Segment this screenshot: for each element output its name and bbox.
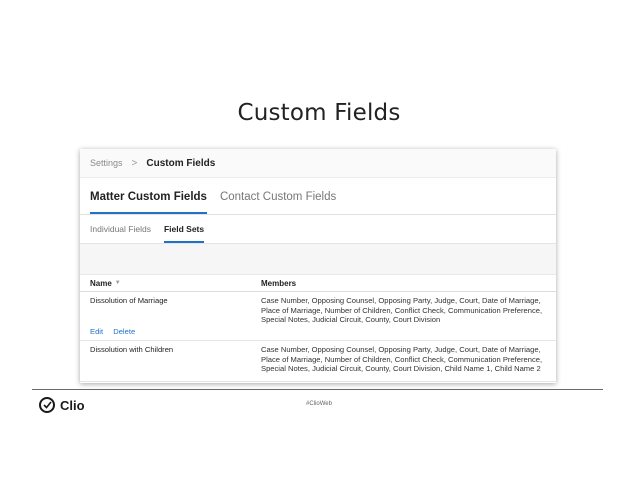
edit-link[interactable]: Edit bbox=[90, 327, 103, 336]
breadcrumb-settings-link[interactable]: Settings bbox=[90, 158, 123, 168]
footer-divider bbox=[32, 389, 603, 390]
tab-matter-custom-fields[interactable]: Matter Custom Fields bbox=[90, 191, 207, 214]
slide-title: Custom Fields bbox=[237, 100, 401, 126]
column-header-members: Members bbox=[261, 278, 297, 288]
breadcrumb-current: Custom Fields bbox=[146, 157, 216, 169]
members-line: Place of Marriage, Number of Children, C… bbox=[261, 354, 543, 364]
delete-link[interactable]: Delete bbox=[113, 327, 135, 336]
chevron-right-icon: > bbox=[131, 157, 138, 169]
sort-down-icon[interactable]: ▼ bbox=[115, 280, 121, 286]
row-actions: Edit Delete bbox=[90, 327, 143, 336]
field-set-name: Dissolution with Children bbox=[90, 345, 174, 354]
toolbar-area bbox=[80, 244, 556, 275]
custom-field-tabs: Matter Custom Fields Contact Custom Fiel… bbox=[80, 178, 556, 215]
members-line: Place of Marriage, Number of Children, C… bbox=[261, 305, 543, 315]
subtab-individual-fields[interactable]: Individual Fields bbox=[90, 224, 151, 243]
field-set-members: Case Number, Opposing Counsel, Opposing … bbox=[261, 341, 556, 381]
members-line: Special Notes, Judicial Circuit, County,… bbox=[261, 364, 541, 374]
custom-fields-screenshot: Settings > Custom Fields Matter Custom F… bbox=[80, 149, 556, 383]
column-header-name[interactable]: Name ▼ bbox=[80, 279, 261, 288]
field-set-members: Case Number, Opposing Counsel, Opposing … bbox=[261, 292, 556, 340]
hashtag: #ClioWeb bbox=[306, 401, 332, 407]
table-row: Dissolution of Marriage Case Number, Opp… bbox=[80, 292, 556, 341]
field-type-subtabs: Individual Fields Field Sets bbox=[80, 215, 556, 244]
members-line: Case Number, Opposing Counsel, Opposing … bbox=[261, 345, 541, 354]
members-line: Special Notes, Judicial Circuit, County,… bbox=[261, 315, 441, 325]
table-header: Name ▼ Members bbox=[80, 275, 556, 292]
members-line: Case Number, Opposing Counsel, Opposing … bbox=[261, 296, 541, 305]
breadcrumb: Settings > Custom Fields bbox=[80, 149, 556, 178]
column-header-name-label: Name bbox=[90, 278, 112, 288]
tab-contact-custom-fields[interactable]: Contact Custom Fields bbox=[220, 191, 336, 214]
table-row: Dissolution with Children Case Number, O… bbox=[80, 341, 556, 382]
subtab-field-sets[interactable]: Field Sets bbox=[163, 224, 205, 243]
